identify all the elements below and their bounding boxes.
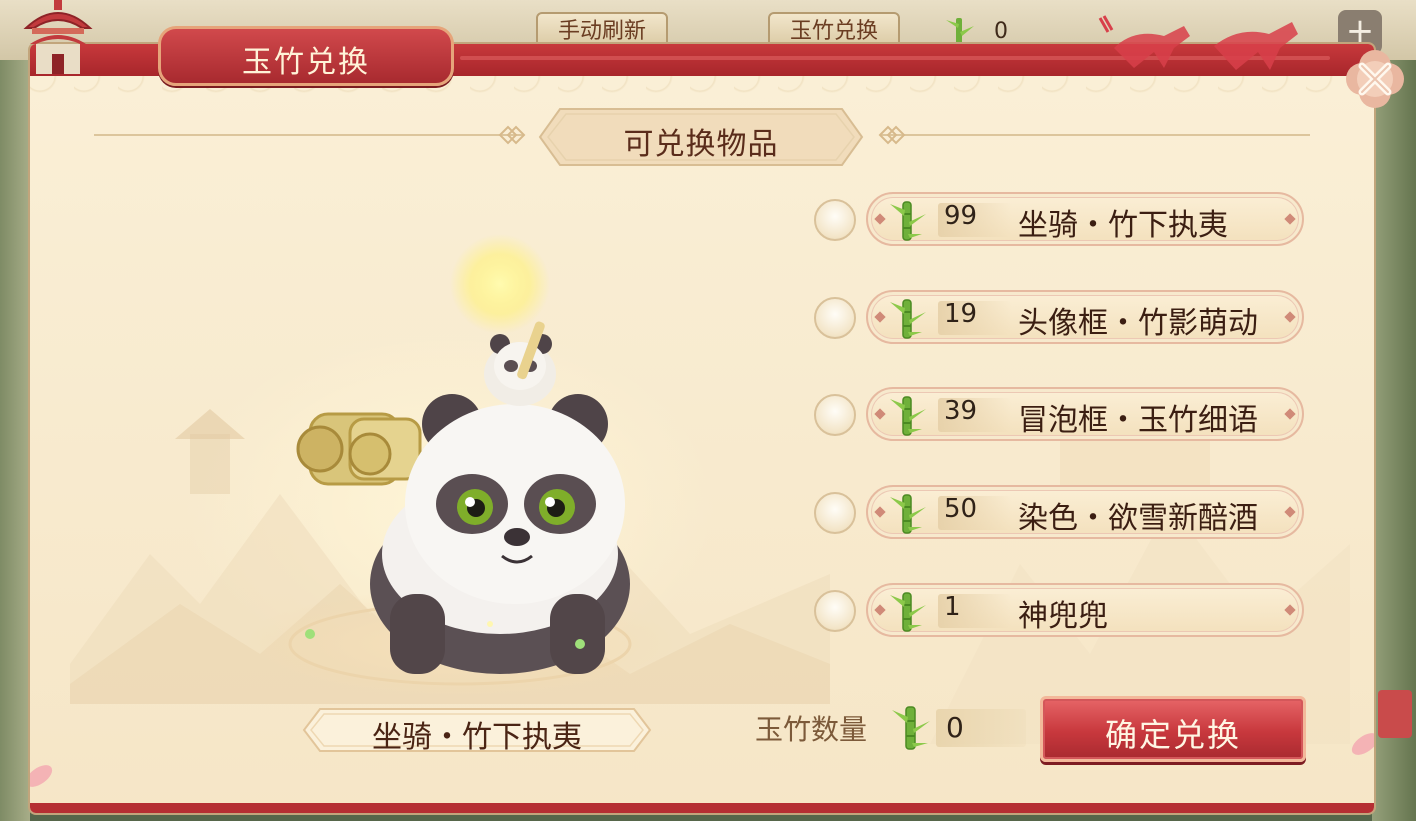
- pill-diamond-left: [874, 604, 886, 616]
- diamond-ornament-icon: [498, 125, 526, 145]
- background-left-edge: [0, 60, 30, 821]
- option-cost: 50: [944, 494, 978, 524]
- option-pill[interactable]: 50 染色・欲雪新醅酒: [866, 485, 1304, 539]
- option-name: 头像框・竹影萌动: [1018, 306, 1258, 341]
- pill-diamond-left: [874, 506, 886, 518]
- section-divider-right: [880, 134, 1310, 136]
- pill-diamond-left: [874, 213, 886, 225]
- option-name: 神兜兜: [1018, 599, 1108, 634]
- bamboo-icon: [890, 299, 926, 339]
- option-cost: 39: [944, 396, 978, 426]
- pill-diamond-right: [1284, 604, 1296, 616]
- bamboo-icon: [890, 201, 926, 241]
- dialog-title: 玉竹兑换: [242, 45, 370, 80]
- option-pill[interactable]: 99 坐骑・竹下执夷: [866, 192, 1304, 246]
- option-radio-button[interactable]: [814, 297, 856, 339]
- bamboo-icon: [890, 494, 926, 534]
- jade-count-value: 0: [946, 711, 964, 744]
- pill-diamond-left: [874, 408, 886, 420]
- pill-diamond-right: [1284, 213, 1296, 225]
- background-side-button: [1378, 690, 1412, 738]
- diamond-ornament-icon: [878, 125, 906, 145]
- preview-item-name-plaque: 坐骑・竹下执夷: [302, 707, 652, 755]
- section-title: 可兑换物品: [623, 127, 779, 162]
- option-pill[interactable]: 19 头像框・竹影萌动: [866, 290, 1304, 344]
- option-radio-button[interactable]: [814, 199, 856, 241]
- pavilion-icon: [23, 0, 93, 74]
- option-cost: 99: [944, 201, 978, 231]
- option-name: 冒泡框・玉竹细语: [1018, 403, 1258, 438]
- exchange-option-row[interactable]: 39 冒泡框・玉竹细语: [814, 387, 1304, 441]
- mount-preview-panda: [240, 234, 680, 694]
- option-radio-button[interactable]: [814, 492, 856, 534]
- section-divider-left: [94, 134, 524, 136]
- dialog-bottom-border: [30, 803, 1374, 813]
- option-pill[interactable]: 1 神兜兜: [866, 583, 1304, 637]
- exchange-option-row[interactable]: 19 头像框・竹影萌动: [814, 290, 1304, 344]
- horse-decoration-icon: [1098, 15, 1298, 70]
- bamboo-icon: [892, 706, 930, 750]
- dialog-title-plaque: 玉竹兑换: [158, 26, 454, 86]
- option-cost: 19: [944, 299, 978, 329]
- exchange-option-row[interactable]: 1 神兜兜: [814, 583, 1304, 637]
- option-radio-button[interactable]: [814, 394, 856, 436]
- exchange-option-row[interactable]: 99 坐骑・竹下执夷: [814, 192, 1304, 246]
- pill-diamond-right: [1284, 506, 1296, 518]
- section-header-plaque: 可兑换物品: [538, 107, 864, 167]
- close-icon: [1346, 50, 1404, 108]
- bamboo-icon: [890, 396, 926, 436]
- background-right-edge: [1372, 60, 1416, 821]
- pill-diamond-right: [1284, 408, 1296, 420]
- option-name: 坐骑・竹下执夷: [1018, 208, 1228, 243]
- jade-count-label: 玉竹数量: [755, 713, 868, 746]
- exchange-option-row[interactable]: 50 染色・欲雪新醅酒: [814, 485, 1304, 539]
- pill-diamond-left: [874, 311, 886, 323]
- option-cost: 1: [944, 592, 961, 622]
- option-pill[interactable]: 39 冒泡框・玉竹细语: [866, 387, 1304, 441]
- option-radio-button[interactable]: [814, 590, 856, 632]
- close-button[interactable]: [1340, 44, 1410, 114]
- bamboo-icon: [890, 592, 926, 632]
- preview-item-name: 坐骑・竹下执夷: [372, 720, 582, 755]
- confirm-exchange-button[interactable]: 确定兑换: [1040, 696, 1306, 762]
- confirm-exchange-label: 确定兑换: [1104, 716, 1241, 754]
- pill-diamond-right: [1284, 311, 1296, 323]
- option-name: 染色・欲雪新醅酒: [1018, 501, 1258, 536]
